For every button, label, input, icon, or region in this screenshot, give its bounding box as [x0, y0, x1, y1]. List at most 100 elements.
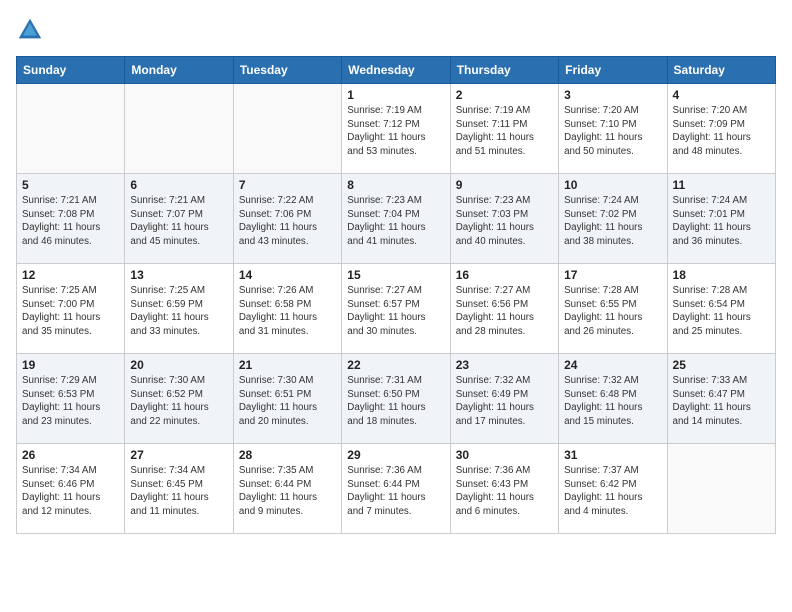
header-friday: Friday: [559, 57, 667, 84]
day-number: 29: [347, 448, 444, 462]
day-info: Sunrise: 7:21 AM Sunset: 7:08 PM Dayligh…: [22, 194, 119, 249]
day-info: Sunrise: 7:19 AM Sunset: 7:12 PM Dayligh…: [347, 104, 444, 159]
header-monday: Monday: [125, 57, 233, 84]
day-number: 16: [456, 268, 553, 282]
day-number: 20: [130, 358, 227, 372]
day-number: 21: [239, 358, 336, 372]
calendar-cell: 14 Sunrise: 7:26 AM Sunset: 6:58 PM Dayli…: [233, 264, 341, 354]
day-info: Sunrise: 7:37 AM Sunset: 6:42 PM Dayligh…: [564, 464, 661, 519]
calendar-cell: 30 Sunrise: 7:36 AM Sunset: 6:43 PM Dayli…: [450, 444, 558, 534]
day-number: 25: [673, 358, 770, 372]
page-header: [16, 16, 776, 44]
logo: [16, 16, 48, 44]
day-number: 26: [22, 448, 119, 462]
calendar-cell: 13 Sunrise: 7:25 AM Sunset: 6:59 PM Dayli…: [125, 264, 233, 354]
calendar-cell: 23 Sunrise: 7:32 AM Sunset: 6:49 PM Dayli…: [450, 354, 558, 444]
calendar-cell: 8 Sunrise: 7:23 AM Sunset: 7:04 PM Daylig…: [342, 174, 450, 264]
calendar-cell: 16 Sunrise: 7:27 AM Sunset: 6:56 PM Dayli…: [450, 264, 558, 354]
calendar-cell: [17, 84, 125, 174]
calendar-cell: 20 Sunrise: 7:30 AM Sunset: 6:52 PM Dayli…: [125, 354, 233, 444]
day-number: 2: [456, 88, 553, 102]
day-info: Sunrise: 7:34 AM Sunset: 6:46 PM Dayligh…: [22, 464, 119, 519]
calendar-cell: 3 Sunrise: 7:20 AM Sunset: 7:10 PM Daylig…: [559, 84, 667, 174]
day-info: Sunrise: 7:27 AM Sunset: 6:56 PM Dayligh…: [456, 284, 553, 339]
day-info: Sunrise: 7:22 AM Sunset: 7:06 PM Dayligh…: [239, 194, 336, 249]
calendar-cell: 10 Sunrise: 7:24 AM Sunset: 7:02 PM Dayli…: [559, 174, 667, 264]
day-info: Sunrise: 7:24 AM Sunset: 7:02 PM Dayligh…: [564, 194, 661, 249]
day-number: 7: [239, 178, 336, 192]
header-wednesday: Wednesday: [342, 57, 450, 84]
calendar-cell: 28 Sunrise: 7:35 AM Sunset: 6:44 PM Dayli…: [233, 444, 341, 534]
day-number: 19: [22, 358, 119, 372]
day-info: Sunrise: 7:30 AM Sunset: 6:52 PM Dayligh…: [130, 374, 227, 429]
day-number: 11: [673, 178, 770, 192]
calendar-cell: 9 Sunrise: 7:23 AM Sunset: 7:03 PM Daylig…: [450, 174, 558, 264]
day-info: Sunrise: 7:25 AM Sunset: 6:59 PM Dayligh…: [130, 284, 227, 339]
calendar-cell: 19 Sunrise: 7:29 AM Sunset: 6:53 PM Dayli…: [17, 354, 125, 444]
calendar-cell: 7 Sunrise: 7:22 AM Sunset: 7:06 PM Daylig…: [233, 174, 341, 264]
header-saturday: Saturday: [667, 57, 775, 84]
day-number: 15: [347, 268, 444, 282]
calendar-cell: 18 Sunrise: 7:28 AM Sunset: 6:54 PM Dayli…: [667, 264, 775, 354]
calendar-week-row: 1Sunrise: 7:19 AM Sunset: 7:12 PM Daylig…: [17, 84, 776, 174]
day-number: 23: [456, 358, 553, 372]
day-info: Sunrise: 7:34 AM Sunset: 6:45 PM Dayligh…: [130, 464, 227, 519]
header-sunday: Sunday: [17, 57, 125, 84]
calendar-cell: 5Sunrise: 7:21 AM Sunset: 7:08 PM Daylig…: [17, 174, 125, 264]
day-info: Sunrise: 7:23 AM Sunset: 7:04 PM Dayligh…: [347, 194, 444, 249]
calendar-cell: 2 Sunrise: 7:19 AM Sunset: 7:11 PM Daylig…: [450, 84, 558, 174]
day-info: Sunrise: 7:23 AM Sunset: 7:03 PM Dayligh…: [456, 194, 553, 249]
calendar-cell: [233, 84, 341, 174]
calendar-cell: [667, 444, 775, 534]
day-info: Sunrise: 7:26 AM Sunset: 6:58 PM Dayligh…: [239, 284, 336, 339]
day-number: 27: [130, 448, 227, 462]
day-number: 14: [239, 268, 336, 282]
header-tuesday: Tuesday: [233, 57, 341, 84]
calendar-header-row: SundayMondayTuesdayWednesdayThursdayFrid…: [17, 57, 776, 84]
day-number: 18: [673, 268, 770, 282]
day-number: 8: [347, 178, 444, 192]
day-number: 3: [564, 88, 661, 102]
day-info: Sunrise: 7:29 AM Sunset: 6:53 PM Dayligh…: [22, 374, 119, 429]
calendar-cell: 26 Sunrise: 7:34 AM Sunset: 6:46 PM Dayli…: [17, 444, 125, 534]
calendar-cell: [125, 84, 233, 174]
day-info: Sunrise: 7:35 AM Sunset: 6:44 PM Dayligh…: [239, 464, 336, 519]
calendar-cell: 12Sunrise: 7:25 AM Sunset: 7:00 PM Dayli…: [17, 264, 125, 354]
header-thursday: Thursday: [450, 57, 558, 84]
calendar-week-row: 5Sunrise: 7:21 AM Sunset: 7:08 PM Daylig…: [17, 174, 776, 264]
calendar-cell: 17 Sunrise: 7:28 AM Sunset: 6:55 PM Dayli…: [559, 264, 667, 354]
calendar-cell: 6Sunrise: 7:21 AM Sunset: 7:07 PM Daylig…: [125, 174, 233, 264]
day-number: 10: [564, 178, 661, 192]
day-info: Sunrise: 7:28 AM Sunset: 6:55 PM Dayligh…: [564, 284, 661, 339]
day-number: 4: [673, 88, 770, 102]
day-number: 17: [564, 268, 661, 282]
calendar-cell: 25 Sunrise: 7:33 AM Sunset: 6:47 PM Dayli…: [667, 354, 775, 444]
calendar-cell: 11 Sunrise: 7:24 AM Sunset: 7:01 PM Dayli…: [667, 174, 775, 264]
day-number: 13: [130, 268, 227, 282]
day-number: 6: [130, 178, 227, 192]
calendar-cell: 31 Sunrise: 7:37 AM Sunset: 6:42 PM Dayli…: [559, 444, 667, 534]
day-info: Sunrise: 7:20 AM Sunset: 7:10 PM Dayligh…: [564, 104, 661, 159]
day-info: Sunrise: 7:27 AM Sunset: 6:57 PM Dayligh…: [347, 284, 444, 339]
day-number: 28: [239, 448, 336, 462]
calendar-cell: 21 Sunrise: 7:30 AM Sunset: 6:51 PM Dayli…: [233, 354, 341, 444]
logo-icon: [16, 16, 44, 44]
day-info: Sunrise: 7:28 AM Sunset: 6:54 PM Dayligh…: [673, 284, 770, 339]
day-number: 9: [456, 178, 553, 192]
calendar-week-row: 26 Sunrise: 7:34 AM Sunset: 6:46 PM Dayli…: [17, 444, 776, 534]
day-number: 12: [22, 268, 119, 282]
day-info: Sunrise: 7:24 AM Sunset: 7:01 PM Dayligh…: [673, 194, 770, 249]
calendar-week-row: 12Sunrise: 7:25 AM Sunset: 7:00 PM Dayli…: [17, 264, 776, 354]
day-info: Sunrise: 7:36 AM Sunset: 6:43 PM Dayligh…: [456, 464, 553, 519]
day-number: 31: [564, 448, 661, 462]
calendar-cell: 27 Sunrise: 7:34 AM Sunset: 6:45 PM Dayli…: [125, 444, 233, 534]
calendar-cell: 15 Sunrise: 7:27 AM Sunset: 6:57 PM Dayli…: [342, 264, 450, 354]
day-number: 30: [456, 448, 553, 462]
day-info: Sunrise: 7:19 AM Sunset: 7:11 PM Dayligh…: [456, 104, 553, 159]
calendar-table: SundayMondayTuesdayWednesdayThursdayFrid…: [16, 56, 776, 534]
day-info: Sunrise: 7:32 AM Sunset: 6:49 PM Dayligh…: [456, 374, 553, 429]
calendar-week-row: 19 Sunrise: 7:29 AM Sunset: 6:53 PM Dayli…: [17, 354, 776, 444]
day-info: Sunrise: 7:30 AM Sunset: 6:51 PM Dayligh…: [239, 374, 336, 429]
day-info: Sunrise: 7:33 AM Sunset: 6:47 PM Dayligh…: [673, 374, 770, 429]
day-info: Sunrise: 7:31 AM Sunset: 6:50 PM Dayligh…: [347, 374, 444, 429]
